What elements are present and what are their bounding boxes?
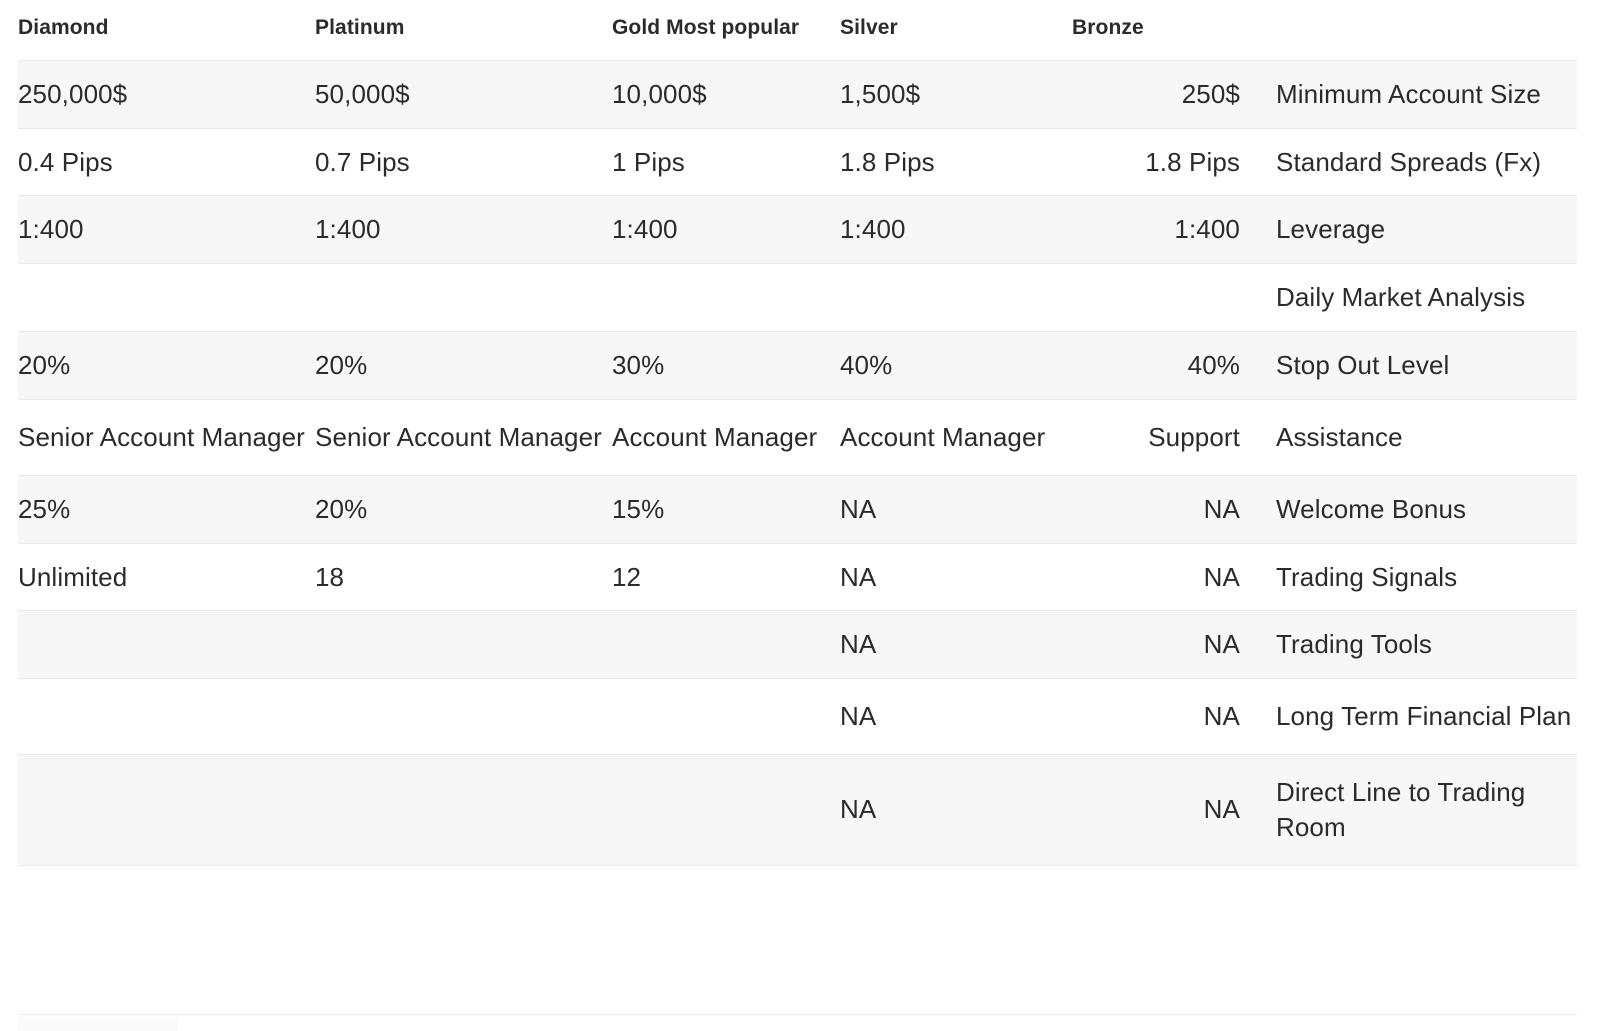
- cell-diamond: 250,000$: [18, 59, 315, 129]
- cell-platinum: 18: [315, 542, 612, 612]
- column-header-gold: Gold Most popular: [612, 16, 800, 39]
- cell-platinum: 50,000$: [315, 59, 612, 129]
- cell-diamond: 25%: [18, 474, 315, 544]
- cell-feature-name: Minimum Account Size: [1254, 59, 1577, 129]
- column-header-bronze: Bronze: [1072, 16, 1144, 39]
- cell-silver: NA: [840, 610, 1072, 680]
- cell-bronze: NA: [1072, 754, 1254, 866]
- column-header-feature: [1254, 0, 1577, 60]
- cell-diamond: [18, 678, 315, 755]
- cell-silver: NA: [840, 754, 1072, 866]
- cell-platinum: [315, 263, 612, 333]
- cell-platinum: 1:400: [315, 195, 612, 265]
- next-row-partial: [18, 1014, 1577, 1031]
- cell-silver: NA: [840, 678, 1072, 755]
- cell-bronze: NA: [1072, 542, 1254, 612]
- cell-diamond: 1:400: [18, 195, 315, 265]
- cell-feature-name: Trading Signals: [1254, 542, 1577, 612]
- cell-gold: [612, 610, 840, 680]
- next-row-partial-fill: [18, 1017, 178, 1031]
- table-row: Unlimited 18 12 NA NA Trading Signals: [18, 542, 1577, 612]
- cell-gold: 15%: [612, 474, 840, 544]
- cell-gold: Account Manager: [612, 398, 840, 476]
- cell-gold: 1:400: [612, 195, 840, 265]
- cell-diamond: Unlimited: [18, 542, 315, 612]
- cell-bronze: 40%: [1072, 331, 1254, 400]
- cell-bronze: 1.8 Pips: [1072, 127, 1254, 197]
- cell-feature-name: Trading Tools: [1254, 610, 1577, 680]
- table-row: 25% 20% 15% NA NA Welcome Bonus: [18, 474, 1577, 544]
- table-row: Daily Market Analysis: [18, 263, 1577, 333]
- cell-silver: NA: [840, 474, 1072, 544]
- cell-platinum: Senior Account Manager: [315, 398, 612, 476]
- cell-feature-name: Assistance: [1254, 398, 1577, 476]
- cell-gold: [612, 754, 840, 866]
- table-row: NA NA Long Term Financial Plan: [18, 678, 1577, 755]
- cell-feature-name: Stop Out Level: [1254, 331, 1577, 400]
- table-header: Diamond Platinum Gold Most popular Silve…: [18, 0, 1577, 60]
- cell-bronze: NA: [1072, 474, 1254, 544]
- table-row: 0.4 Pips 0.7 Pips 1 Pips 1.8 Pips 1.8 Pips St…: [18, 127, 1577, 197]
- cell-diamond: Senior Account Manager: [18, 398, 315, 476]
- table-row: 250,000$ 50,000$ 10,000$ 1,500$ 250$ Minimum …: [18, 59, 1577, 129]
- cell-silver: 1.8 Pips: [840, 127, 1072, 197]
- cell-diamond: 20%: [18, 331, 315, 400]
- cell-silver: 1:400: [840, 195, 1072, 265]
- cell-gold: 30%: [612, 331, 840, 400]
- table-row: NA NA Trading Tools: [18, 610, 1577, 680]
- cell-bronze: NA: [1072, 610, 1254, 680]
- cell-platinum: [315, 678, 612, 755]
- table-body: 250,000$ 50,000$ 10,000$ 1,500$ 250$ Minimum …: [18, 59, 1577, 866]
- cell-silver: 1,500$: [840, 59, 1072, 129]
- table-row: Senior Account Manager Senior Account Man…: [18, 398, 1577, 476]
- cell-feature-name: Direct Line to Trading Room: [1254, 754, 1577, 866]
- cell-platinum: 20%: [315, 331, 612, 400]
- cell-silver: [840, 263, 1072, 333]
- column-header-silver: Silver: [840, 16, 898, 39]
- cell-platinum: 0.7 Pips: [315, 127, 612, 197]
- cell-silver: 40%: [840, 331, 1072, 400]
- cell-bronze: Support: [1072, 398, 1254, 476]
- pricing-comparison-page: Diamond Platinum Gold Most popular Silve…: [0, 0, 1613, 1031]
- table-row: 1:400 1:400 1:400 1:400 1:400 Leverage: [18, 195, 1577, 265]
- cell-silver: Account Manager: [840, 398, 1072, 476]
- cell-platinum: [315, 610, 612, 680]
- cell-bronze: [1072, 263, 1254, 333]
- account-type-comparison-table: Diamond Platinum Gold Most popular Silve…: [18, 0, 1577, 866]
- comparison-table-container: Diamond Platinum Gold Most popular Silve…: [18, 0, 1577, 866]
- cell-gold: 1 Pips: [612, 127, 840, 197]
- table-header-row: Diamond Platinum Gold Most popular Silve…: [18, 0, 1577, 60]
- cell-diamond: [18, 754, 315, 866]
- cell-diamond: 0.4 Pips: [18, 127, 315, 197]
- cell-feature-name: Daily Market Analysis: [1254, 263, 1577, 333]
- column-header-platinum: Platinum: [315, 16, 405, 39]
- cell-feature-name: Standard Spreads (Fx): [1254, 127, 1577, 197]
- cell-gold: 12: [612, 542, 840, 612]
- column-header-diamond: Diamond: [18, 16, 109, 39]
- cell-gold: 10,000$: [612, 59, 840, 129]
- cell-diamond: [18, 263, 315, 333]
- cell-diamond: [18, 610, 315, 680]
- cell-bronze: 250$: [1072, 59, 1254, 129]
- table-row: 20% 20% 30% 40% 40% Stop Out Level: [18, 331, 1577, 400]
- cell-bronze: 1:400: [1072, 195, 1254, 265]
- cell-feature-name: Long Term Financial Plan: [1254, 678, 1577, 755]
- cell-feature-name: Leverage: [1254, 195, 1577, 265]
- cell-bronze: NA: [1072, 678, 1254, 755]
- cell-silver: NA: [840, 542, 1072, 612]
- cell-platinum: [315, 754, 612, 866]
- cell-feature-name: Welcome Bonus: [1254, 474, 1577, 544]
- cell-gold: [612, 263, 840, 333]
- cell-gold: [612, 678, 840, 755]
- table-row: NA NA Direct Line to Trading Room: [18, 754, 1577, 866]
- cell-platinum: 20%: [315, 474, 612, 544]
